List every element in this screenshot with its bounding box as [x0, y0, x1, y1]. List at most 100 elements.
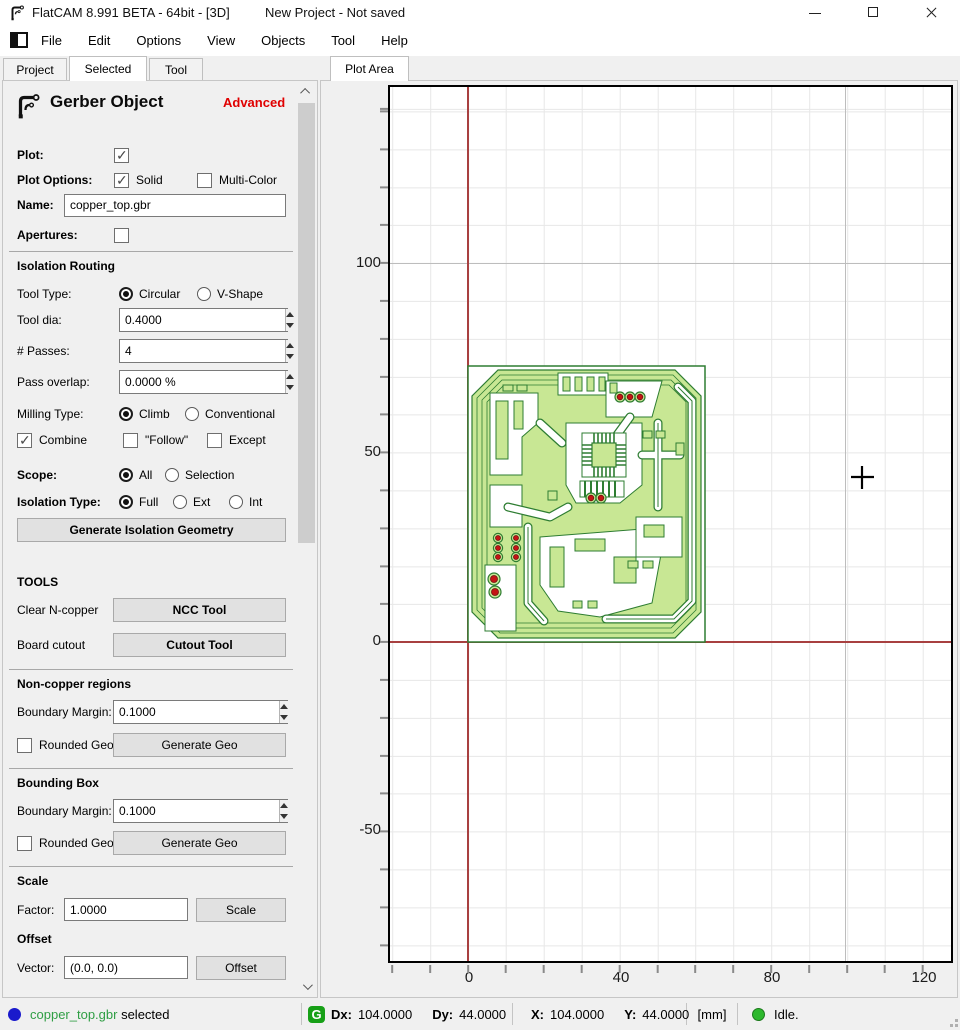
milling-climb-radio[interactable] [119, 407, 133, 421]
tab-tool[interactable]: Tool [149, 58, 203, 80]
resize-grip[interactable] [946, 1015, 958, 1027]
minimize-button[interactable] [786, 0, 844, 24]
multicolor-checkbox[interactable] [197, 172, 212, 188]
milling-conventional-label: Conventional [205, 407, 276, 421]
isotype-int-label: Int [249, 495, 263, 509]
bbox-rounded-checkbox[interactable] [17, 835, 32, 851]
offset-vector-label: Vector: [17, 961, 55, 975]
isotype-ext-label: Ext [193, 495, 211, 509]
y-value: 44.0000 [642, 1006, 690, 1022]
spin-up-icon[interactable] [286, 309, 294, 320]
isotype-int-radio[interactable] [229, 495, 243, 509]
scale-button[interactable]: Scale [196, 898, 286, 922]
tab-project[interactable]: Project [3, 58, 67, 80]
combine-checkbox[interactable] [17, 432, 32, 449]
advanced-badge[interactable]: Advanced [223, 95, 285, 110]
bbox-generate-button[interactable]: Generate Geo [113, 831, 286, 855]
passes-spinner[interactable] [119, 339, 294, 363]
cutout-label: Board cutout [17, 638, 86, 652]
milling-label: Milling Type: [17, 407, 84, 421]
scope-all-radio[interactable] [119, 468, 133, 482]
noncopper-margin-spinner[interactable] [113, 700, 288, 724]
close-button[interactable] [902, 0, 960, 24]
y-tick-label: 100 [355, 254, 381, 271]
name-input[interactable] [64, 193, 286, 217]
dx-value: 104.0000 [357, 1006, 413, 1022]
maximize-icon [868, 7, 878, 17]
combine-label: Combine [39, 433, 88, 447]
noncopper-rounded-label: Rounded Geo [39, 738, 114, 752]
tab-plot-area[interactable]: Plot Area [330, 56, 409, 81]
scrollbar-thumb[interactable] [298, 103, 315, 543]
milling-climb-label: Climb [139, 407, 170, 421]
menu-view[interactable]: View [194, 24, 248, 56]
solid-checkbox[interactable] [114, 172, 129, 189]
scale-factor-label: Factor: [17, 903, 55, 917]
except-checkbox[interactable] [207, 432, 222, 448]
toggle-panel-icon[interactable] [10, 32, 28, 48]
isotype-full-radio[interactable] [119, 495, 133, 509]
follow-label: "Follow" [145, 433, 189, 447]
offset-button[interactable]: Offset [196, 956, 286, 980]
generate-isolation-button[interactable]: Generate Isolation Geometry [17, 518, 286, 542]
scope-all-label: All [139, 468, 153, 482]
y-axis-ticks [380, 87, 388, 961]
plot-options-label: Plot Options: [17, 173, 93, 187]
overlap-label: Pass overlap: [17, 375, 90, 389]
multicolor-label: Multi-Color [219, 173, 278, 187]
status-bar: copper_top.gbr selected G Dx: 104.0000 D… [0, 998, 960, 1030]
menu-options[interactable]: Options [123, 24, 194, 56]
dy-label: Dy: [432, 1006, 454, 1022]
scale-factor-input[interactable] [64, 898, 188, 921]
project-status-title: New Project - Not saved [265, 4, 406, 20]
bbox-title: Bounding Box [17, 776, 99, 790]
tab-selected[interactable]: Selected [69, 56, 147, 81]
spin-down-icon[interactable] [286, 320, 294, 331]
divider [9, 251, 293, 252]
tool-dia-spinner[interactable] [119, 308, 294, 332]
gerber-object-icon [18, 94, 40, 119]
y-tick-label: 50 [364, 443, 381, 460]
tool-type-circular-label: Circular [139, 287, 181, 301]
scroll-up-icon[interactable] [298, 83, 315, 100]
follow-checkbox[interactable] [123, 432, 138, 448]
cutout-tool-button[interactable]: Cutout Tool [113, 633, 286, 657]
x-axis-ticks [390, 965, 951, 973]
bbox-margin-label: Boundary Margin: [17, 804, 112, 818]
scope-label: Scope: [17, 468, 58, 482]
plot-checkbox[interactable] [114, 147, 129, 164]
menu-bar: File Edit Options View Objects Tool Help [0, 24, 960, 56]
minimize-icon [809, 13, 821, 14]
scope-selection-label: Selection [185, 468, 235, 482]
offset-vector-input[interactable] [64, 956, 188, 979]
apertures-label: Apertures: [17, 228, 78, 242]
y-label: Y: [624, 1006, 637, 1022]
dy-value: 44.0000 [459, 1006, 507, 1022]
noncopper-rounded-checkbox[interactable] [17, 737, 32, 753]
pcb-gerber-plot [467, 365, 874, 643]
noncopper-margin-label: Boundary Margin: [17, 705, 112, 719]
plot-canvas[interactable] [388, 85, 953, 963]
overlap-spinner[interactable] [119, 370, 294, 394]
menu-help[interactable]: Help [368, 24, 421, 56]
solid-label: Solid [136, 173, 163, 187]
panel-scrollbar[interactable] [298, 83, 315, 995]
milling-conventional-radio[interactable] [185, 407, 199, 421]
maximize-button[interactable] [844, 0, 902, 24]
ncc-tool-button[interactable]: NCC Tool [113, 598, 286, 622]
menu-tool[interactable]: Tool [318, 24, 368, 56]
scope-selection-radio[interactable] [165, 468, 179, 482]
isotype-ext-radio[interactable] [173, 495, 187, 509]
apertures-checkbox[interactable] [114, 227, 129, 243]
menu-objects[interactable]: Objects [248, 24, 318, 56]
plot-label: Plot: [17, 148, 44, 162]
selected-file-name: copper_top.gbr [30, 1006, 118, 1022]
noncopper-generate-button[interactable]: Generate Geo [113, 733, 286, 757]
bbox-margin-spinner[interactable] [113, 799, 288, 823]
menu-edit[interactable]: Edit [75, 24, 123, 56]
scroll-down-icon[interactable] [298, 978, 315, 995]
tool-type-circular-radio[interactable] [119, 287, 133, 301]
menu-file[interactable]: File [28, 24, 75, 56]
tool-type-vshape-radio[interactable] [197, 287, 211, 301]
dx-label: Dx: [331, 1006, 352, 1022]
